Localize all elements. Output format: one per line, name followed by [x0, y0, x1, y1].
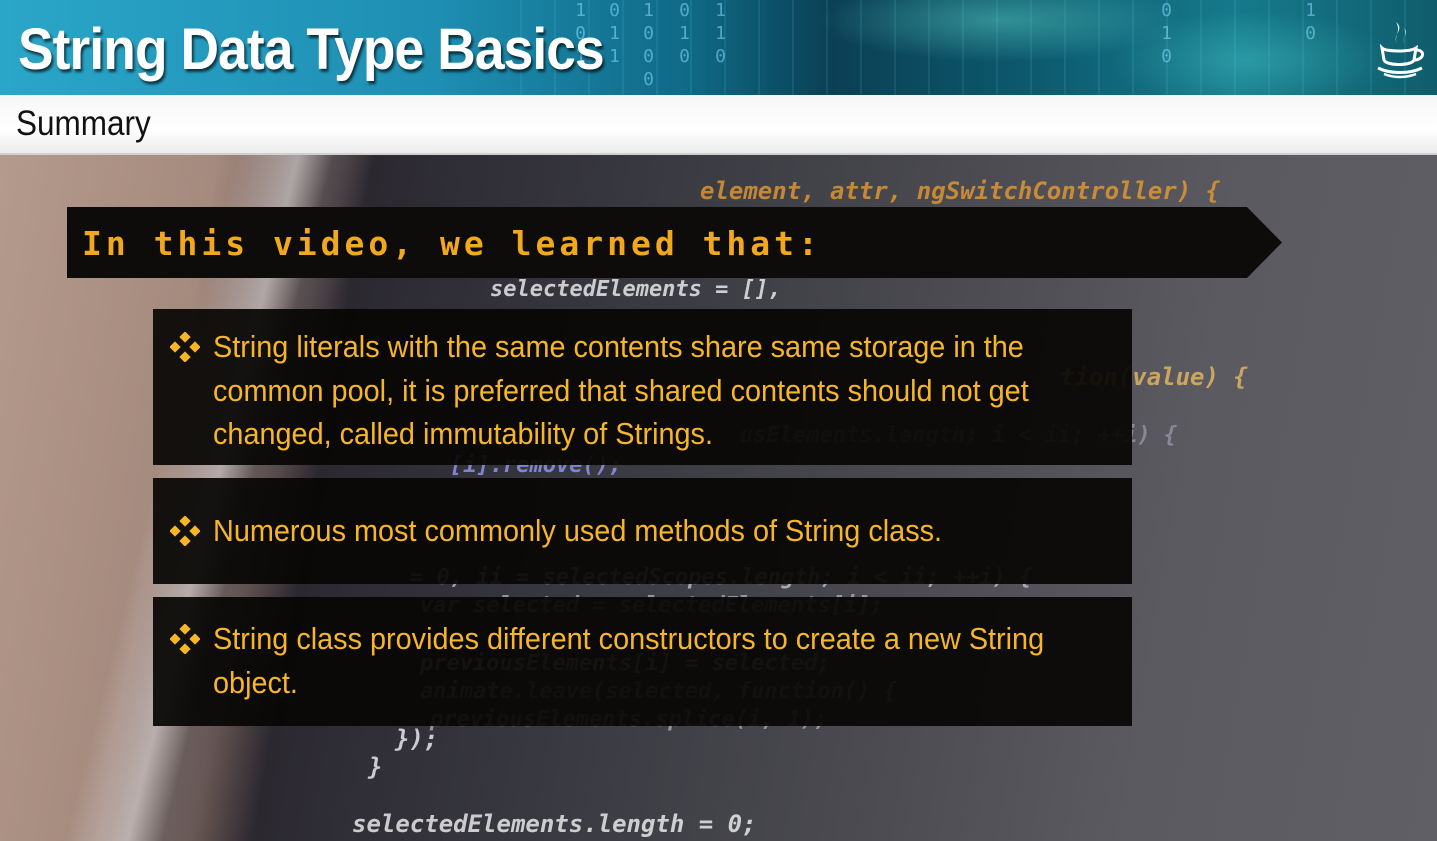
heading-ribbon: In this video, we learned that:	[67, 207, 1282, 278]
binary-digit-column: 010	[674, 0, 695, 69]
slide: element, attr, ngSwitchController) {|| a…	[0, 0, 1437, 841]
binary-digit-column: 010	[1156, 0, 1177, 69]
diamond-bullet-icon	[170, 624, 200, 654]
summary-box-3: String class provides different construc…	[153, 597, 1132, 726]
subtitle-bar: Summary	[0, 95, 1437, 155]
bullet-line: changed, called immutability of Strings.	[213, 416, 713, 451]
binary-digit-column: 110	[710, 0, 731, 69]
code-line: element, attr, ngSwitchController) {	[700, 177, 1221, 205]
slide-title: String Data Type Basics	[18, 17, 605, 82]
bullet-line: object.	[213, 664, 298, 700]
summary-box-2: Numerous most commonly used methods of S…	[153, 478, 1132, 584]
diamond-bullet-icon	[170, 516, 200, 546]
bullet-line: common pool, it is preferred that shared…	[213, 372, 1029, 408]
bullet-line: String literals with the same contents s…	[213, 329, 1024, 364]
binary-digit-column: 1000	[638, 0, 659, 92]
binary-digit-column: 10	[1300, 0, 1321, 46]
binary-digit-column: 011	[604, 0, 625, 69]
slide-subtitle: Summary	[16, 104, 151, 143]
diamond-bullet-icon	[170, 332, 200, 362]
bullet-line: Numerous most commonly used methods of S…	[213, 513, 943, 548]
title-banner: 101 011 1000 010 110 010 10 String Data Type B…	[0, 0, 1437, 95]
bullet-text: Numerous most commonly used methods of S…	[213, 509, 1113, 553]
java-cup-icon	[1377, 22, 1424, 79]
summary-box-1: String literals with the same contents s…	[153, 309, 1132, 465]
code-line: });	[395, 725, 439, 753]
code-line: selectedElements = [],	[490, 277, 782, 302]
code-line: selectedElements.length = 0;	[352, 810, 757, 838]
bullet-line: String class provides different construc…	[213, 621, 1045, 656]
bullet-text: String class provides different construc…	[213, 617, 1113, 704]
code-line: }	[368, 753, 383, 781]
bullet-text: String literals with the same contents s…	[213, 325, 1113, 456]
ribbon-heading: In this video, we learned that:	[82, 224, 822, 263]
